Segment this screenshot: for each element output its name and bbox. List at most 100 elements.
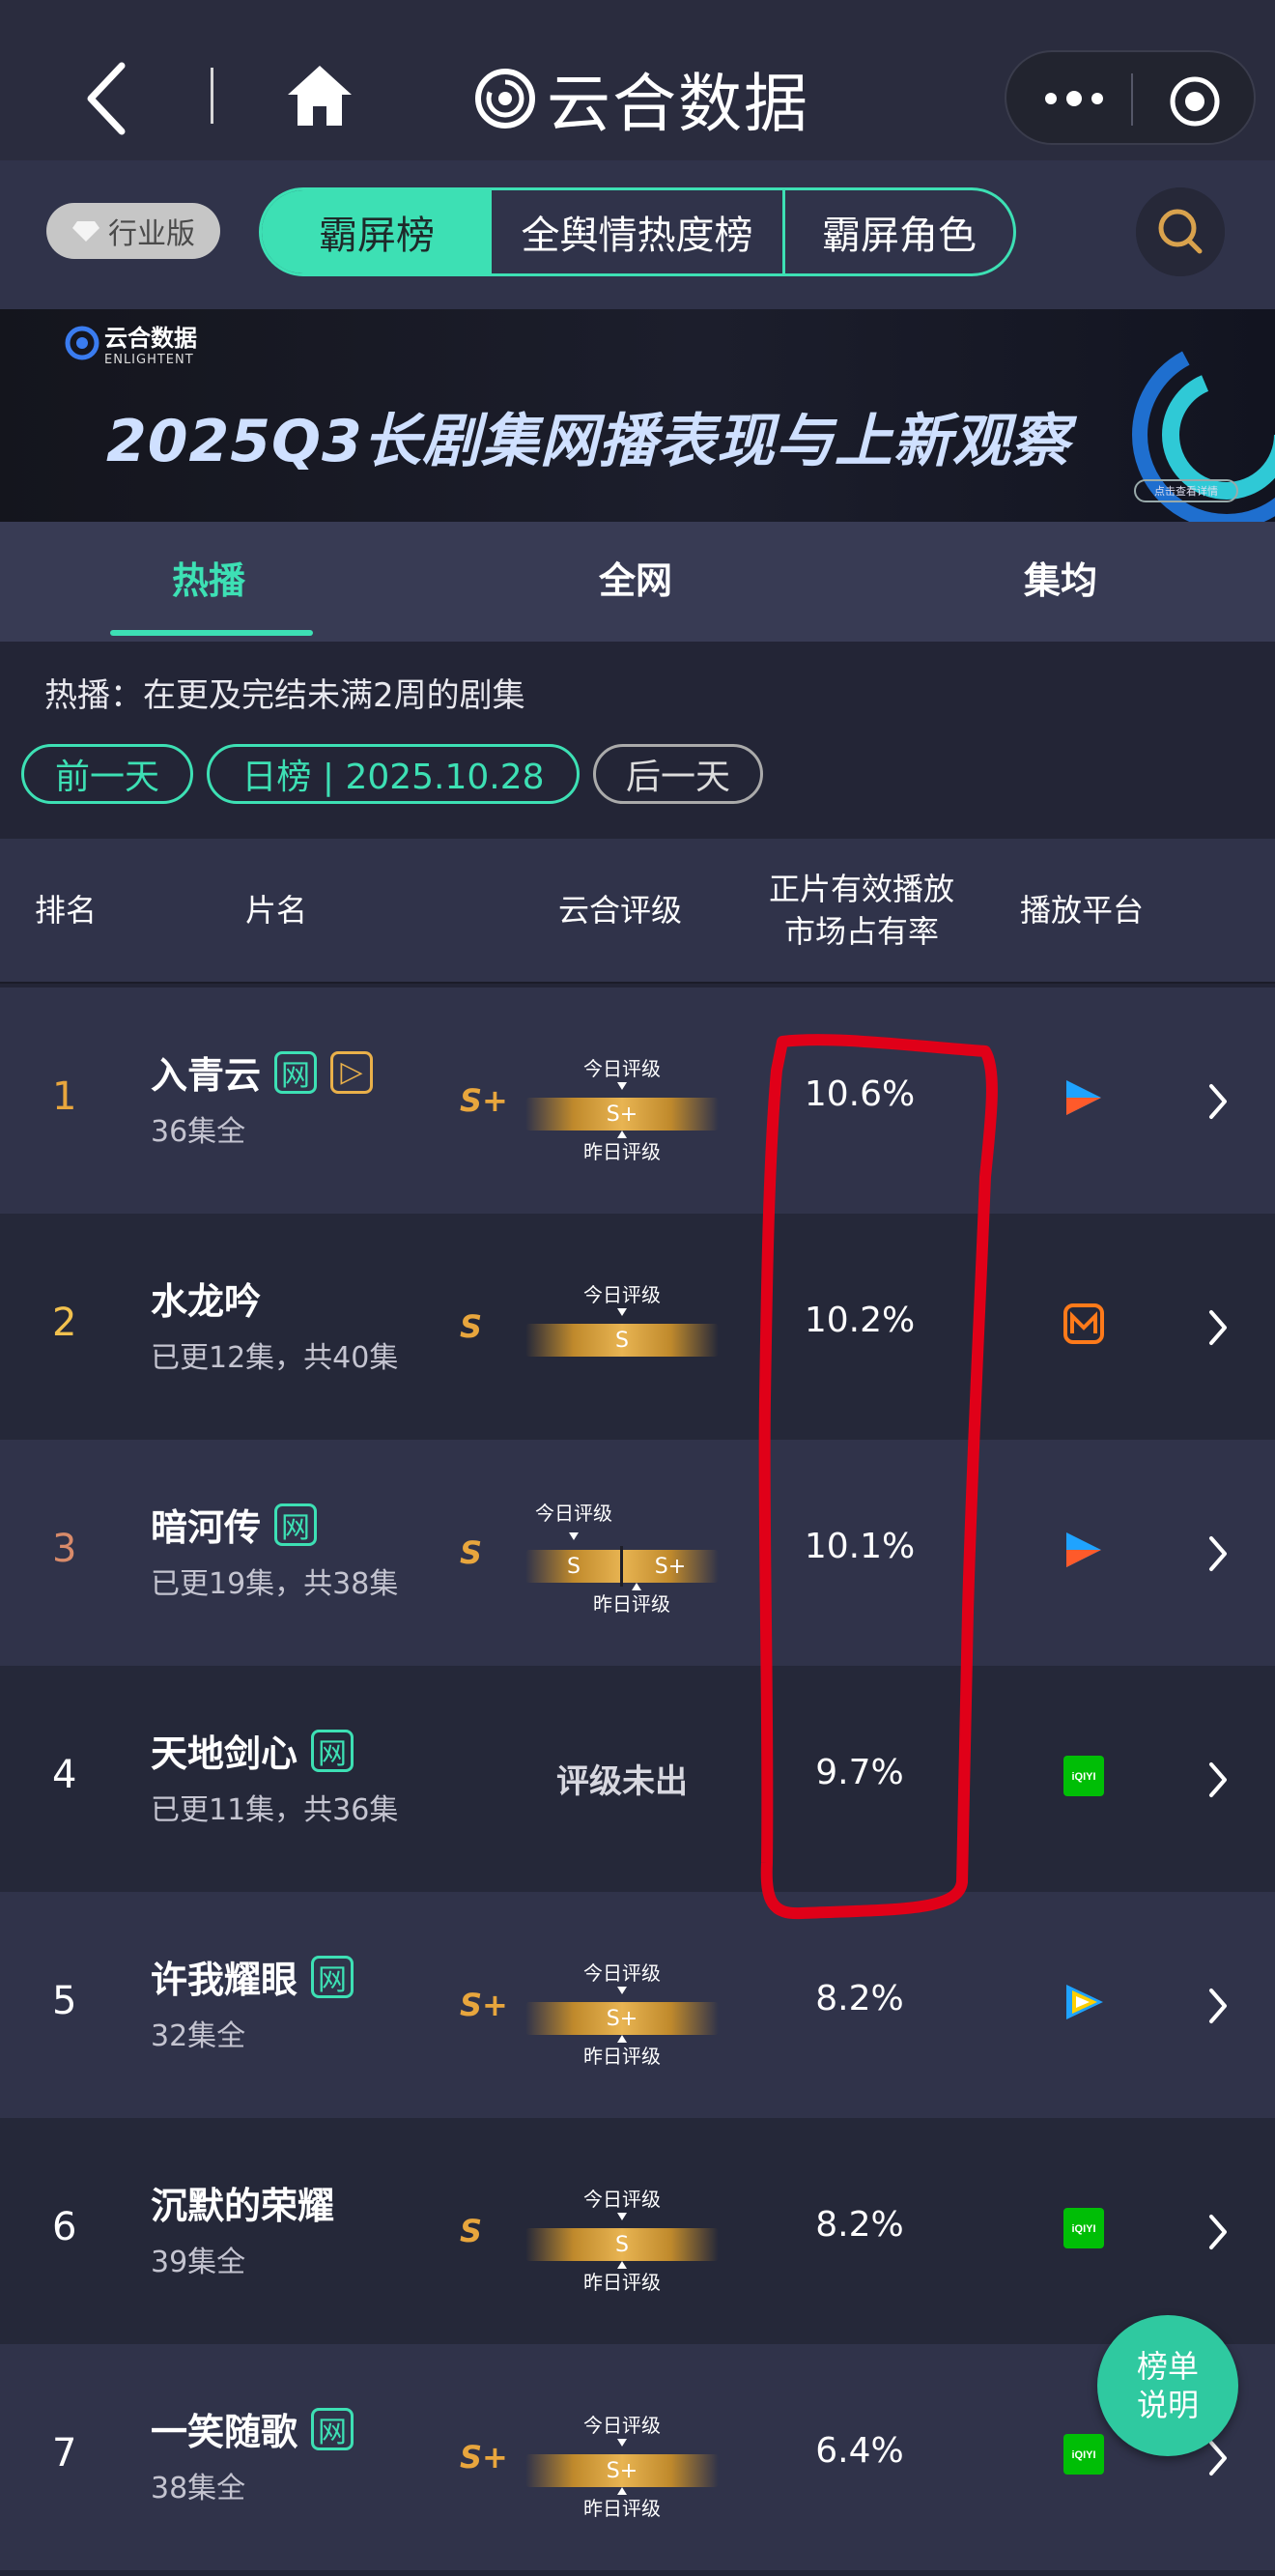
today-marker [617, 2213, 627, 2220]
network-tag: 网 [311, 1729, 354, 1772]
today-grade: S+ [606, 2458, 638, 2483]
today-grade: S+ [606, 1102, 638, 1127]
more-dots-icon[interactable] [1043, 85, 1105, 112]
subtab-all-network[interactable]: 全网 [599, 551, 672, 604]
table-row[interactable]: 3 暗河传网已更19集，共38集 S 今日评级 S S+ 昨日评级 10.1% [0, 1440, 1275, 1666]
close-target-icon[interactable] [1169, 75, 1221, 128]
drama-title: 一笑随歌 [151, 2411, 298, 2453]
drama-title: 许我耀眼 [151, 1959, 298, 2001]
today-grade: S [615, 2232, 629, 2257]
row-grade: S+ [460, 2439, 508, 2476]
chevron-right-icon[interactable] [1207, 1534, 1229, 1573]
row-episodes: 38集全 [151, 2472, 246, 2505]
row-rank: 4 [52, 1753, 77, 1797]
row-grade: S+ [460, 1082, 508, 1119]
ranking-tabs-row: 行业版 霸屏榜 全舆情热度榜 霸屏角色 [0, 160, 1275, 309]
header-rating: 云合评级 [558, 892, 683, 929]
today-marker [569, 1532, 579, 1540]
svg-text:iQIYI: iQIYI [1071, 2449, 1095, 2461]
next-day-button[interactable]: 后一天 [593, 744, 763, 804]
iqiyi-icon: iQIYI [1062, 2207, 1105, 2249]
chevron-right-icon[interactable] [1207, 1082, 1229, 1121]
network-tag: 网 [311, 1955, 354, 1998]
rating-compare: 今日评级 S S+ 昨日评级 [525, 1498, 719, 1616]
today-grade: S [567, 1554, 581, 1579]
table-row[interactable]: 6 沉默的荣耀 39集全 S 今日评级 S 昨日评级 8.2% iQIYI [0, 2118, 1275, 2344]
header-rank: 排名 [35, 892, 98, 929]
mango-icon [1062, 1302, 1105, 1345]
row-episodes: 已更19集，共38集 [151, 1567, 399, 1601]
tencent-video-icon [1062, 1981, 1105, 2023]
header-market-share-line2: 市场占有率 [783, 913, 939, 950]
drama-title: 入青云 [151, 1054, 262, 1097]
tab-bapingbang[interactable]: 霸屏榜 [262, 190, 492, 273]
header-market-share-line1: 正片有效播放 [768, 871, 954, 907]
market-share-value: 8.2% [815, 1979, 904, 2018]
svg-text:iQIYI: iQIYI [1071, 2223, 1095, 2235]
prev-day-button[interactable]: 前一天 [21, 744, 193, 804]
row-episodes: 已更12集，共40集 [151, 1341, 399, 1375]
row-title: 一笑随歌网 [151, 2402, 354, 2455]
row-title: 入青云网 ▷ [151, 1045, 374, 1099]
ranking-explanation-button[interactable]: 榜单 说明 [1097, 2315, 1238, 2456]
tab-top-characters[interactable]: 霸屏角色 [785, 190, 1013, 273]
table-row[interactable]: 4 天地剑心网已更11集，共36集 评级未出 9.7% iQIYI [0, 1666, 1275, 1892]
table-row[interactable]: 7 一笑随歌网 38集全 S+ 今日评级 S+ 昨日评级 6.4% iQIYI [0, 2344, 1275, 2570]
today-marker [617, 2439, 627, 2447]
drama-title: 沉默的荣耀 [151, 2185, 335, 2227]
row-episodes: 36集全 [151, 1115, 246, 1149]
today-marker [617, 1082, 627, 1090]
sub-tabs: 热播 全网 集均 [0, 522, 1275, 642]
float-button-line1: 榜单 [1136, 2348, 1199, 2385]
active-tab-indicator [110, 630, 313, 636]
row-rank: 7 [52, 2431, 77, 2476]
subtab-per-episode[interactable]: 集均 [1024, 551, 1097, 604]
row-rank: 6 [52, 2205, 77, 2249]
promo-banner[interactable]: 云合数据 ENLIGHTENT 2025Q3长剧集网播表现与上新观察 点击查看详… [0, 309, 1275, 522]
back-arrow-icon[interactable] [79, 60, 133, 137]
rating-bar: S+ [525, 1098, 719, 1131]
subtab-hot-airing[interactable]: 热播 [172, 551, 245, 604]
rating-bar: S+ [525, 2002, 719, 2035]
row-title: 沉默的荣耀 [151, 2176, 334, 2229]
diamond-icon [72, 221, 99, 242]
iqiyi-icon: iQIYI [1062, 2433, 1105, 2476]
brand-name: 云合数据 [547, 67, 809, 141]
tab-public-opinion-heat[interactable]: 全舆情热度榜 [492, 190, 785, 273]
rating-compare: 今日评级 S [525, 1272, 719, 1388]
youku-icon [1062, 1076, 1105, 1119]
rating-compare: 今日评级 S+ 昨日评级 [525, 1045, 719, 1163]
ranking-segment-control: 霸屏榜 全舆情热度榜 霸屏角色 [259, 187, 1016, 276]
row-grade: S [460, 2213, 483, 2249]
today-marker [617, 1308, 627, 1316]
row-grade: S+ [460, 1987, 508, 2023]
row-episodes: 已更11集，共36集 [151, 1793, 399, 1827]
header-platform: 播放平台 [1020, 892, 1145, 929]
yunhe-logo-icon [475, 69, 535, 129]
today-grade: S [615, 1328, 629, 1353]
home-icon[interactable] [286, 64, 354, 128]
edition-badge[interactable]: 行业版 [46, 203, 220, 259]
nav-divider [211, 68, 213, 124]
row-episodes: 32集全 [151, 2019, 246, 2053]
rating-bar: S+ [525, 2454, 719, 2487]
row-title: 许我耀眼网 [151, 1950, 354, 2003]
chevron-right-icon[interactable] [1207, 1760, 1229, 1799]
table-row[interactable]: 2 水龙吟 已更12集，共40集 S 今日评级 S 10.2% [0, 1214, 1275, 1440]
chevron-right-icon[interactable] [1207, 2213, 1229, 2251]
row-grade: S [460, 1534, 483, 1571]
table-row[interactable]: 1 入青云网 ▷ 36集全 S+ 今日评级 S+ 昨日评级 10.6% [0, 987, 1275, 1214]
chevron-right-icon[interactable] [1207, 1987, 1229, 2025]
table-row[interactable]: 5 许我耀眼网 32集全 S+ 今日评级 S+ 昨日评级 8.2% [0, 1892, 1275, 2118]
red-highlight-annotation [758, 1034, 998, 1920]
drama-title: 暗河传 [151, 1506, 262, 1549]
date-selector[interactable]: 日榜 | 2025.10.28 [207, 744, 580, 804]
drama-title: 天地剑心 [151, 1732, 298, 1775]
search-button[interactable] [1136, 187, 1225, 276]
edition-label: 行业版 [108, 217, 195, 251]
rating-divider [620, 1546, 623, 1587]
chevron-right-icon[interactable] [1207, 1308, 1229, 1347]
chevron-right-icon[interactable] [1207, 2439, 1229, 2477]
banner-detail-button[interactable]: 点击查看详情 [1134, 479, 1238, 502]
yunhe-logo-icon [65, 326, 99, 360]
